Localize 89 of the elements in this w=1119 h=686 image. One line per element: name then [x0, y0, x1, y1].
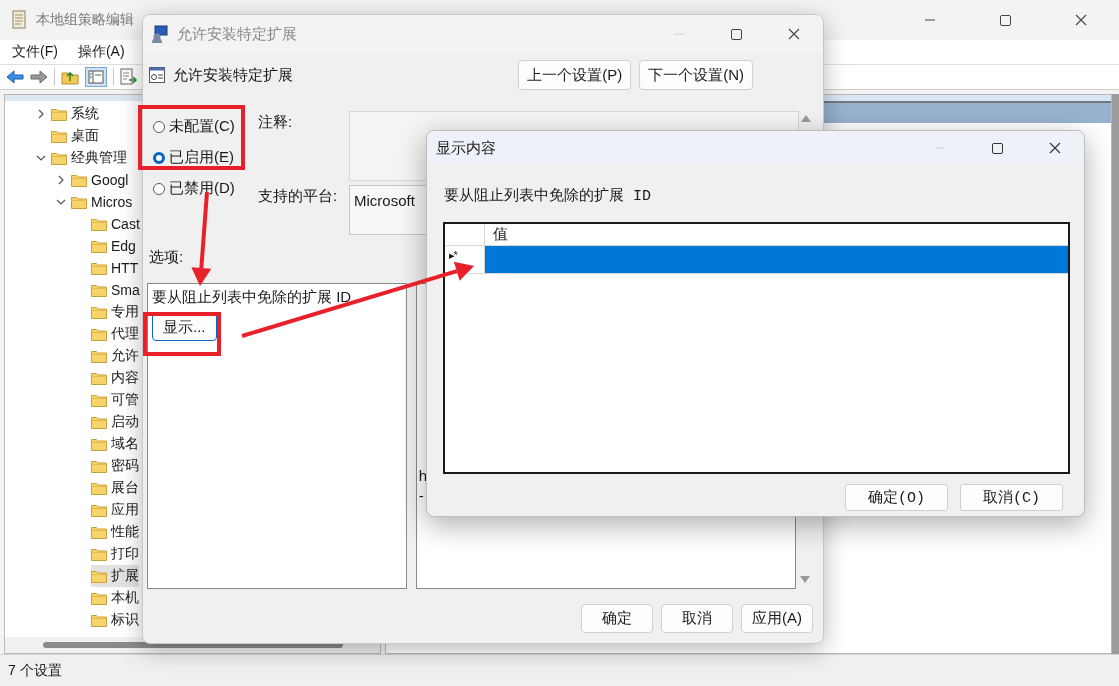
tree-item[interactable]: 经典管理	[51, 147, 127, 169]
folder-icon	[71, 195, 87, 209]
tree-item[interactable]: 密码	[91, 455, 139, 477]
tree-item[interactable]: 内容	[91, 367, 139, 389]
folder-icon	[91, 305, 107, 319]
tree-item[interactable]: 打印	[91, 543, 139, 565]
dialog-button[interactable]: 取消	[661, 604, 733, 633]
close-icon[interactable]	[788, 28, 800, 40]
scroll-icon	[10, 10, 28, 30]
tree-item[interactable]: 启动	[91, 411, 139, 433]
folder-icon	[91, 613, 107, 627]
folder-up-icon[interactable]	[61, 69, 79, 85]
maximize-icon[interactable]	[1000, 14, 1011, 26]
tree-item[interactable]: 系统	[51, 103, 99, 125]
tree-item[interactable]: 性能	[91, 521, 139, 543]
radio-button[interactable]: 未配置(C)	[153, 111, 258, 142]
dialog-button[interactable]: 应用(A)	[741, 604, 813, 633]
folder-icon	[51, 107, 67, 121]
folder-icon	[91, 371, 107, 385]
folder-icon	[91, 217, 107, 231]
table-cell[interactable]	[485, 246, 1068, 273]
radio-button[interactable]: 已启用(E)	[153, 142, 258, 173]
column-header: 值	[492, 224, 508, 244]
help-text: h	[418, 466, 428, 486]
nav-button[interactable]: 上一个设置(P)	[518, 60, 632, 90]
tree-item[interactable]: 允许	[91, 345, 139, 367]
folder-icon	[91, 327, 107, 341]
field-label: 支持的平台:	[258, 186, 339, 206]
close-icon[interactable]	[1075, 14, 1087, 26]
folder-icon	[51, 151, 67, 165]
tree-item[interactable]: 本机	[91, 587, 139, 609]
back-arrow-icon[interactable]	[6, 70, 24, 84]
tree-item[interactable]: Micros	[71, 191, 133, 213]
menu-item[interactable]: 文件(F)	[10, 43, 60, 61]
folder-icon	[91, 393, 107, 407]
option-label: 要从阻止列表中免除的扩展 ID	[152, 288, 352, 307]
section-label: 选项:	[148, 247, 185, 267]
tree-item[interactable]: Googl	[71, 169, 129, 191]
help-text: -	[418, 486, 424, 506]
tree-item[interactable]: 桌面	[51, 125, 99, 147]
folder-icon	[91, 569, 107, 583]
export-list-icon[interactable]	[120, 68, 138, 86]
setting-icon	[149, 67, 165, 83]
close-icon[interactable]	[1049, 142, 1061, 154]
folder-icon	[71, 173, 87, 187]
scroll-down-icon[interactable]	[799, 576, 810, 583]
dialog-button[interactable]: 确定	[581, 604, 653, 633]
dialog-title: 显示内容	[436, 138, 497, 158]
scrollbar[interactable]	[1112, 94, 1119, 654]
menu-item[interactable]: 操作(A)	[75, 43, 127, 61]
folder-icon	[91, 415, 107, 429]
tree-item[interactable]: 代理	[91, 323, 139, 345]
policy-icon	[151, 24, 169, 44]
dialog-title: 允许安装特定扩展	[177, 24, 298, 44]
tree-item[interactable]: Sma	[91, 279, 140, 301]
folder-icon	[91, 525, 107, 539]
folder-icon	[91, 239, 107, 253]
folder-icon	[91, 591, 107, 605]
folder-icon	[91, 503, 107, 517]
policy-heading: 允许安装特定扩展	[173, 65, 293, 85]
tree-item[interactable]: 扩展	[91, 565, 139, 587]
tree-item[interactable]: 专用	[91, 301, 139, 323]
dialog-button[interactable]: 取消(C)	[960, 484, 1063, 511]
tree-item[interactable]: 域名	[91, 433, 139, 455]
field-label: 注释:	[258, 112, 294, 132]
prompt-text: 要从阻止列表中免除的扩展 ID	[444, 187, 651, 207]
scroll-up-icon[interactable]	[801, 115, 811, 122]
tree-item[interactable]: 应用	[91, 499, 139, 521]
folder-icon	[91, 283, 107, 297]
folder-icon	[91, 481, 107, 495]
folder-icon	[51, 129, 67, 143]
folder-icon	[91, 349, 107, 363]
nav-button[interactable]: 下一个设置(N)	[639, 60, 753, 90]
maximize-icon[interactable]	[992, 142, 1003, 154]
tree-item[interactable]: 可管	[91, 389, 139, 411]
tree-pane-icon[interactable]	[85, 67, 107, 87]
folder-icon	[91, 437, 107, 451]
tree-item[interactable]: 标识	[91, 609, 139, 631]
folder-icon	[91, 459, 107, 473]
tree-item[interactable]: Edg	[91, 235, 136, 257]
folder-icon	[91, 261, 107, 275]
maximize-icon[interactable]	[731, 28, 742, 40]
tree-item[interactable]: HTT	[91, 257, 139, 279]
folder-icon	[91, 547, 107, 561]
tree-item[interactable]: Cast	[91, 213, 140, 235]
forward-arrow-icon[interactable]	[30, 70, 48, 84]
tree-item[interactable]: 展台	[91, 477, 139, 499]
dialog-button[interactable]: 确定(O)	[845, 484, 948, 511]
window-title: 本地组策略编辑	[36, 11, 135, 29]
